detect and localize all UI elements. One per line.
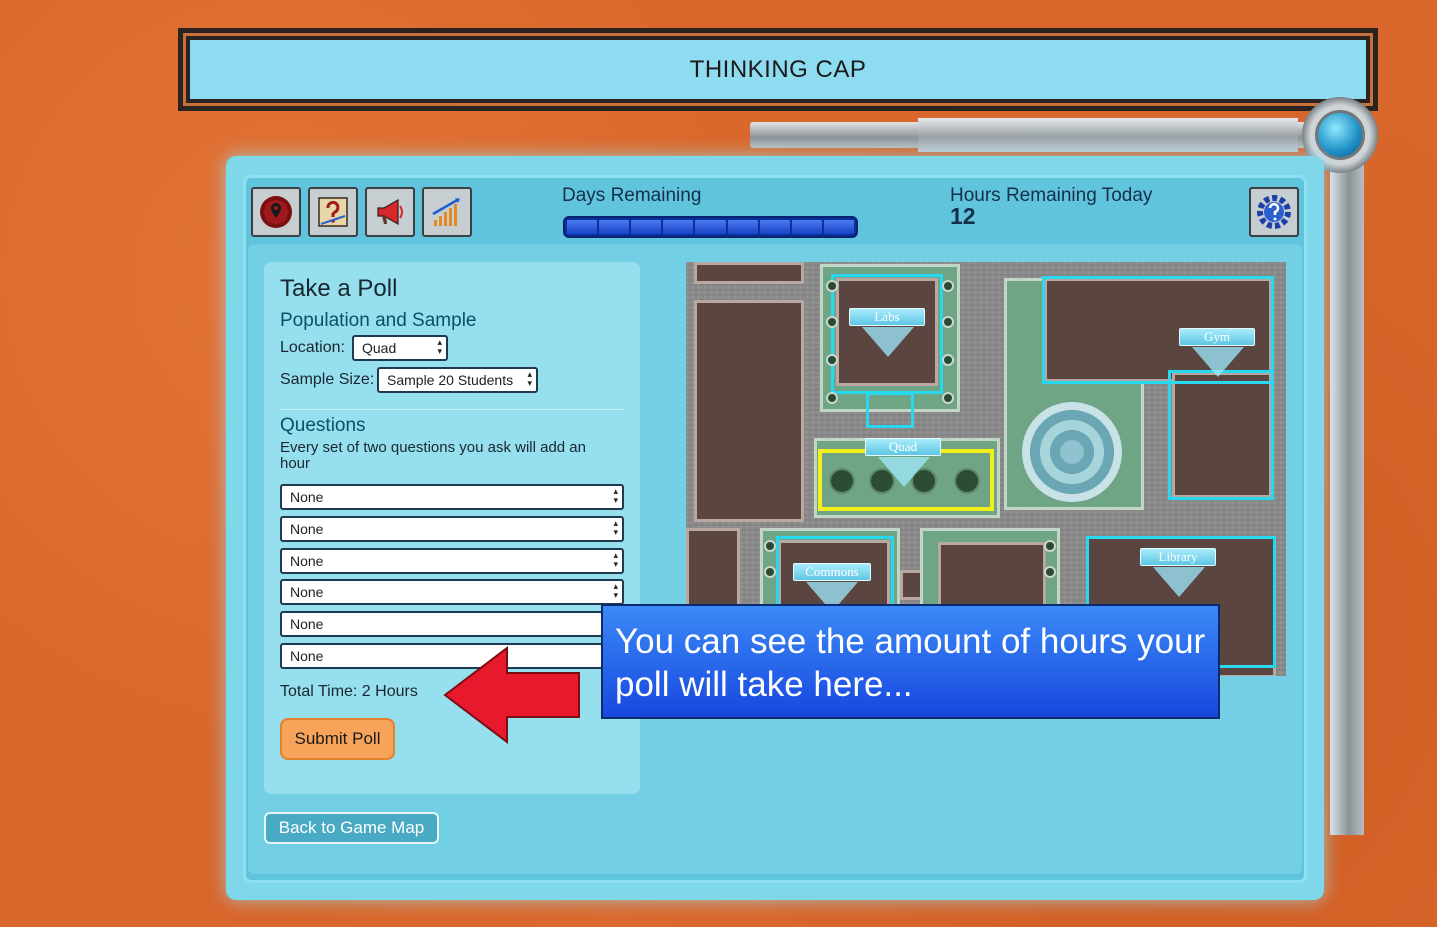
building: [694, 262, 804, 284]
quiz-button[interactable]: [308, 187, 358, 237]
library-label[interactable]: Library: [1140, 548, 1216, 566]
sample-size-select[interactable]: Sample 20 Students: [377, 367, 538, 393]
location-label: Location:: [280, 339, 345, 356]
question-select-1[interactable]: None: [280, 484, 624, 510]
lamp: [764, 540, 776, 552]
days-segment: [695, 220, 726, 234]
hours-remaining-value: 12: [950, 203, 976, 229]
tree: [954, 468, 980, 494]
title-frame: THINKING CAP: [183, 33, 1373, 106]
lamp: [1044, 566, 1056, 578]
tutorial-callout: You can see the amount of hours your pol…: [601, 604, 1220, 719]
days-segment: [599, 220, 630, 234]
poll-title: Take a Poll: [280, 275, 398, 302]
gym-label[interactable]: Gym: [1179, 328, 1255, 346]
lamp: [1044, 540, 1056, 552]
lamp: [826, 392, 838, 404]
map-pin-icon: [260, 196, 292, 228]
quad-beam: [878, 457, 930, 487]
days-segment: [823, 220, 854, 234]
quad-label[interactable]: Quad: [865, 438, 941, 456]
lamp: [826, 354, 838, 366]
lamp: [826, 316, 838, 328]
pipe-vertical: [1330, 160, 1364, 835]
question-select-2[interactable]: None: [280, 516, 624, 542]
form-divider: [280, 409, 624, 410]
lamp: [826, 280, 838, 292]
days-remaining-label: Days Remaining: [562, 185, 702, 206]
chart-icon: [432, 197, 460, 226]
quiz-icon: [318, 197, 348, 227]
question-select-3[interactable]: None: [280, 548, 624, 574]
gym-beam: [1192, 347, 1244, 377]
tree: [829, 468, 855, 494]
submit-poll-button[interactable]: Submit Poll: [280, 718, 395, 760]
building: [694, 300, 804, 522]
hours-remaining-label: Hours Remaining Today: [950, 185, 1153, 206]
lamp: [942, 316, 954, 328]
gym-highlight: [1168, 370, 1274, 500]
map-pin-button[interactable]: [251, 187, 301, 237]
total-time-label: Total Time: 2 Hours: [280, 683, 418, 700]
labs-label[interactable]: Labs: [849, 308, 925, 326]
pipe-horizontal-thick: [918, 118, 1298, 152]
lamp: [942, 280, 954, 292]
sample-size-label: Sample Size:: [280, 371, 375, 388]
days-segment: [727, 220, 758, 234]
megaphone-button[interactable]: [365, 187, 415, 237]
labs-beam: [862, 327, 914, 357]
fountain: [1022, 402, 1122, 502]
questions-note: Every set of two questions you ask will …: [280, 439, 586, 472]
days-segment: [663, 220, 694, 234]
days-segment: [567, 220, 598, 234]
title-banner: THINKING CAP: [178, 28, 1378, 111]
lamp: [942, 354, 954, 366]
population-heading: Population and Sample: [280, 310, 477, 331]
lamp: [764, 566, 776, 578]
question-select-4[interactable]: None: [280, 579, 624, 605]
game-title: THINKING CAP: [186, 36, 1370, 103]
labs-highlight: [866, 392, 914, 428]
questions-heading: Questions: [280, 415, 366, 436]
pointer-arrow-icon: [443, 645, 580, 745]
lamp: [942, 392, 954, 404]
location-select[interactable]: Quad: [352, 335, 448, 361]
chart-button[interactable]: [422, 187, 472, 237]
days-segment: [759, 220, 790, 234]
megaphone-icon: [377, 198, 403, 226]
days-segment: [791, 220, 822, 234]
help-settings-button[interactable]: [1249, 187, 1299, 237]
help-gear-icon: [1257, 195, 1291, 229]
days-segment: [631, 220, 662, 234]
question-select-5[interactable]: None: [280, 611, 624, 637]
days-remaining-bar: [563, 216, 858, 238]
commons-label[interactable]: Commons: [793, 563, 871, 581]
back-to-game-map-button[interactable]: Back to Game Map: [264, 812, 439, 844]
library-beam: [1153, 567, 1205, 597]
